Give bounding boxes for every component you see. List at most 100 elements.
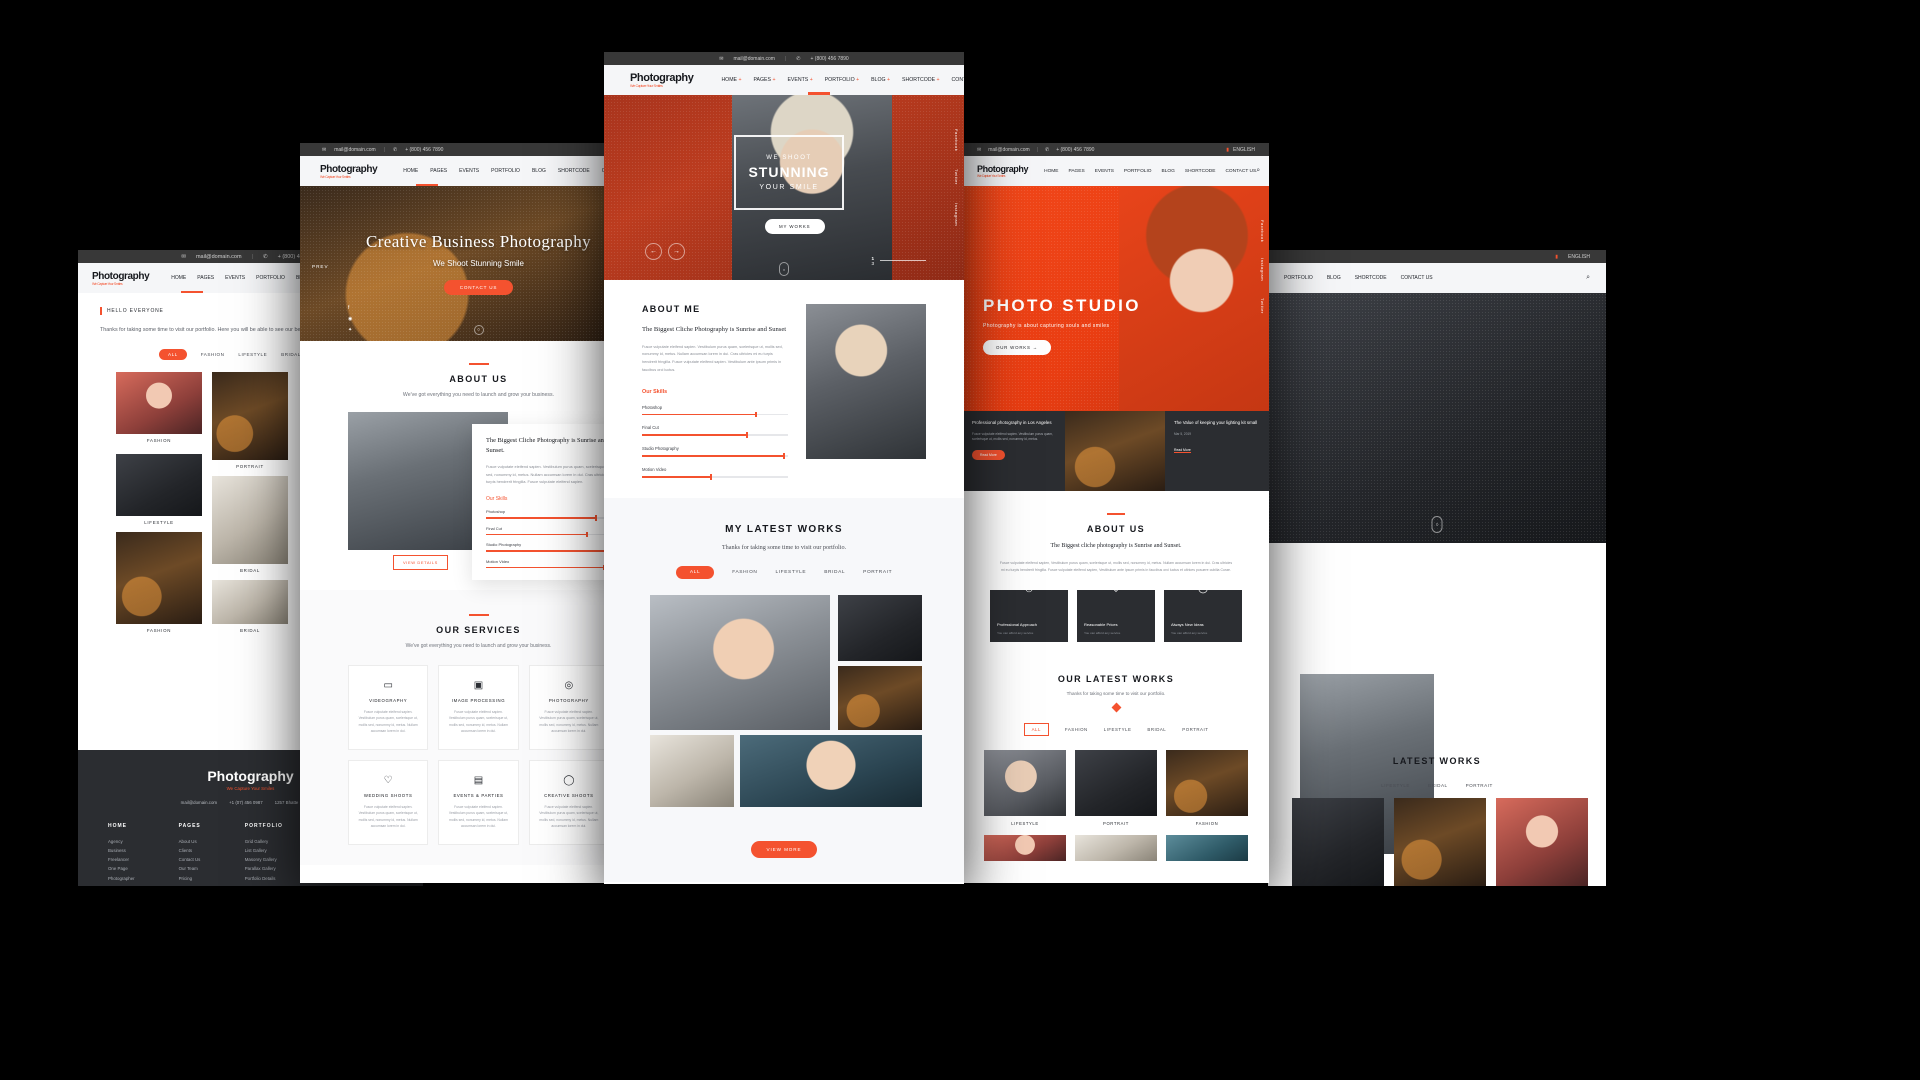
footer-link[interactable]: Pricing — [179, 874, 201, 883]
footer-link[interactable]: About Us — [179, 837, 201, 846]
window-photo-studio[interactable]: ✉ mail@domain.com | ✆ + (800) 456 7890 ▮… — [963, 143, 1269, 883]
about-card[interactable]: ◎ Professional Approach You can afford a… — [990, 583, 1068, 642]
nav-item-events[interactable]: EVENTS — [1095, 169, 1114, 174]
nav-item-portfolio[interactable]: PORTFOLIO — [1124, 169, 1152, 174]
filter-bridal[interactable]: BRIDAL — [281, 352, 301, 357]
about-card[interactable]: ◈ Reasonable Prices You can afford any s… — [1077, 583, 1155, 642]
facebook-link[interactable]: Facebook — [1260, 220, 1265, 242]
nav-item-shortcode[interactable]: SHORTCODE — [558, 168, 590, 174]
service-card[interactable]: ♡ WEDDING SHOOTS Fusce vulputate eleifen… — [348, 759, 429, 845]
service-card[interactable]: ◎ PHOTOGRAPHY Fusce vulputate eleifend s… — [528, 665, 609, 750]
work-item[interactable] — [650, 734, 734, 807]
site-logo[interactable]: Photography We Capture Your Smiles — [630, 72, 694, 88]
instagram-link[interactable]: Instagram — [954, 203, 959, 226]
work-item[interactable]: FASHION — [1166, 750, 1248, 831]
nav-item-contact[interactable]: CONTACT US + — [952, 77, 964, 83]
works-filters[interactable]: ALL FASHION LIFESTYLE BRIDAL PORTRAIT — [604, 565, 964, 579]
works-filters[interactable]: ALL FASHION LIFESTYLE BRIDAL PORTRAIT — [963, 723, 1269, 736]
hero-cta-button[interactable]: MY WORKS — [765, 219, 825, 234]
about-cards[interactable]: ◎ Professional Approach You can afford a… — [963, 583, 1269, 642]
filter-fashion[interactable]: FASHION — [201, 352, 225, 357]
hero-cta-button[interactable]: OUR WORKS → — [983, 340, 1051, 355]
nav-item-shortcode[interactable]: SHORTCODE — [1355, 275, 1387, 281]
view-details-button[interactable]: VIEW DETAILS — [393, 555, 448, 570]
filter-fashion[interactable]: FASHION — [732, 570, 757, 575]
about-card[interactable]: ◯ Always New Ideas You can afford any se… — [1164, 583, 1242, 642]
footer-link[interactable]: Business — [108, 846, 135, 855]
gallery-item[interactable] — [212, 476, 288, 565]
post-read-more-link[interactable]: Read More — [1174, 448, 1191, 453]
nav-menu[interactable]: HOME PAGES EVENTS PORTFOLIO BLOG — [171, 275, 310, 281]
nav-item-events[interactable]: EVENTS — [225, 275, 245, 281]
navbar[interactable]: Photography We Capture Your Smiles HOME … — [604, 65, 964, 95]
footer-link[interactable]: One Page — [108, 864, 135, 873]
works-grid-row2[interactable] — [963, 835, 1269, 861]
scroll-down-icon[interactable]: ○ — [779, 262, 789, 276]
filter-bridal[interactable]: BRIDAL — [1147, 727, 1166, 732]
view-more-button[interactable]: VIEW MORE — [750, 840, 818, 858]
footer-link[interactable]: Masonry Gallery — [245, 855, 283, 864]
filter-portrait[interactable]: PORTRAIT — [1466, 783, 1493, 788]
work-thumb[interactable] — [1496, 798, 1588, 886]
instagram-link[interactable]: Instagram — [1260, 258, 1265, 281]
nav-item-blog[interactable]: BLOG + — [871, 77, 890, 83]
footer-link[interactable]: Contact Us — [179, 855, 201, 864]
search-icon[interactable]: ⌕ — [1586, 274, 1590, 282]
nav-item-contact[interactable]: CONTACT US — [1401, 275, 1433, 281]
nav-item-events[interactable]: EVENTS + — [787, 77, 812, 83]
site-logo[interactable]: Photography We Capture Your Smiles — [320, 164, 378, 179]
service-card[interactable]: ◯ CREATIVE SHOOTS Fusce vulputate eleife… — [528, 759, 609, 845]
nav-item-home[interactable]: HOME — [1044, 169, 1058, 174]
service-card[interactable]: ▭ VIDEOGRAPHY Fusce vulputate eleifend s… — [348, 665, 429, 750]
work-thumb[interactable] — [1394, 798, 1486, 886]
nav-item-blog[interactable]: BLOG — [1327, 275, 1341, 281]
nav-menu[interactable]: HOME PAGES EVENTS PORTFOLIO BLOG SHORTCO… — [1044, 169, 1256, 174]
social-links[interactable]: Facebook Twitter Instagram — [954, 129, 959, 227]
nav-item-events[interactable]: EVENTS — [459, 168, 479, 174]
footer-email[interactable]: mail@domain.com — [181, 800, 217, 805]
footer-link[interactable]: Portfolio Details — [245, 874, 283, 883]
filter-portrait[interactable]: PORTRAIT — [863, 570, 892, 575]
twitter-link[interactable]: Twitter — [1260, 298, 1265, 314]
facebook-link[interactable]: Facebook — [954, 129, 959, 151]
nav-item-pages[interactable]: PAGES + — [753, 77, 775, 83]
gallery-item[interactable] — [212, 372, 288, 461]
footer-link[interactable]: Agency — [108, 837, 135, 846]
work-image[interactable] — [1075, 835, 1157, 861]
social-links[interactable]: Facebook Instagram Twitter — [1260, 220, 1265, 314]
footer-link[interactable]: Clients — [179, 846, 201, 855]
nav-item-pages[interactable]: PAGES — [197, 275, 214, 281]
hero-prev-button[interactable]: PREV — [312, 264, 329, 269]
hero-prev-button[interactable]: ← — [645, 243, 662, 260]
filter-lifestyle[interactable]: LIFESTYLE — [775, 570, 806, 575]
hero-cta-button[interactable]: CONTACT US — [443, 280, 514, 295]
work-item[interactable] — [740, 734, 922, 807]
footer-link[interactable]: List Gallery — [245, 846, 283, 855]
work-item[interactable]: LIFESTYLE — [984, 750, 1066, 831]
work-image[interactable] — [984, 835, 1066, 861]
gallery-item[interactable] — [116, 532, 202, 625]
instagram-icon[interactable]: ◉ — [348, 316, 352, 322]
twitter-icon[interactable]: ✦ — [348, 327, 352, 333]
works-filters[interactable]: LIFESTYLE BRIDAL PORTRAIT — [1268, 783, 1606, 788]
navbar[interactable]: Photography We Capture Your Smiles HOME … — [963, 156, 1269, 186]
filter-lifestyle[interactable]: LIFESTYLE — [238, 352, 267, 357]
work-image[interactable] — [1166, 835, 1248, 861]
nav-item-shortcode[interactable]: SHORTCODE + — [902, 77, 940, 83]
nav-item-shortcode[interactable]: SHORTCODE — [1185, 169, 1216, 174]
search-icon[interactable]: ⌕ — [1256, 167, 1260, 175]
facebook-icon[interactable]: f — [348, 305, 352, 311]
nav-item-home[interactable]: HOME + — [721, 77, 741, 83]
site-logo[interactable]: Photography We Capture Your Smiles — [977, 164, 1029, 178]
nav-menu[interactable]: HOME + PAGES + EVENTS + PORTFOLIO + BLOG… — [721, 77, 964, 83]
filter-all[interactable]: ALL — [1023, 723, 1049, 736]
filter-all[interactable]: ALL — [675, 565, 715, 579]
filter-lifestyle[interactable]: LIFESTYLE — [1104, 727, 1132, 732]
footer-phone[interactable]: +1 (07) 456 0987 — [229, 800, 263, 805]
hero-slider[interactable]: WE SHOOT STUNNING YOUR SMILE MY WORKS ← … — [604, 95, 964, 280]
works-gallery[interactable] — [650, 594, 922, 825]
nav-item-portfolio[interactable]: PORTFOLIO + — [825, 77, 859, 83]
navbar[interactable]: PORTFOLIO BLOG SHORTCODE CONTACT US ⌕ — [1268, 263, 1606, 293]
filter-bridal[interactable]: BRIDAL — [824, 570, 845, 575]
gallery-item[interactable] — [212, 580, 288, 625]
